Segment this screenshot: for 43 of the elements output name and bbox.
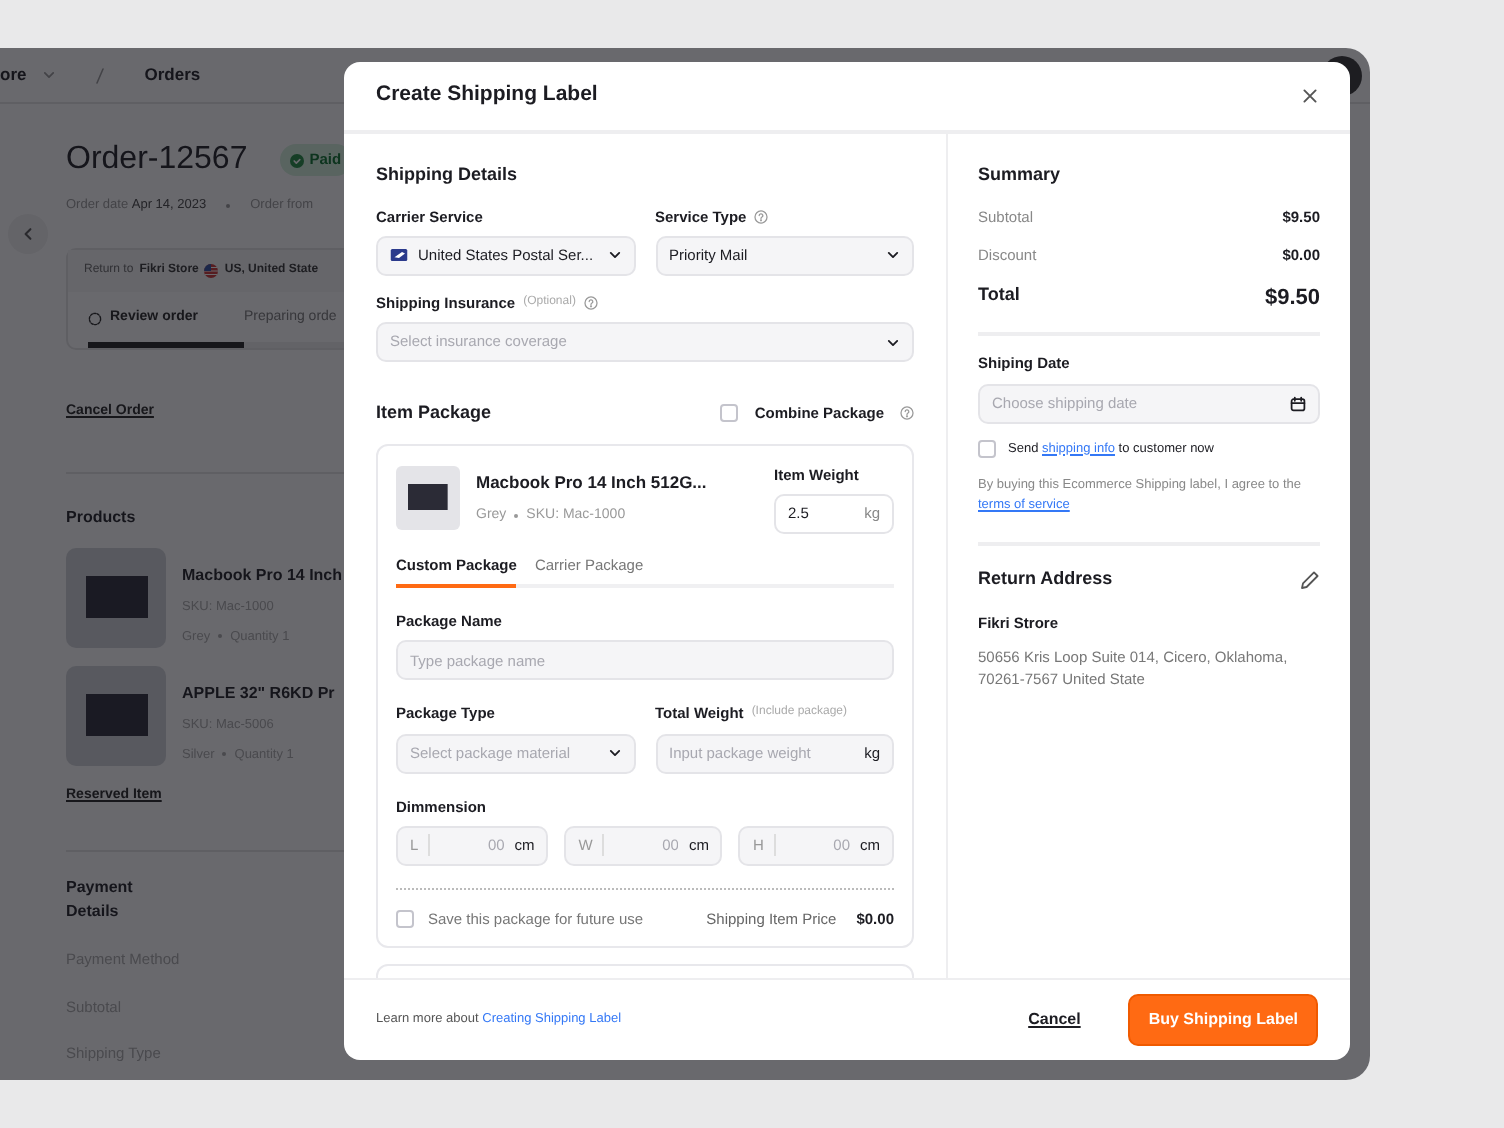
calendar-icon — [1290, 395, 1306, 412]
summary-heading: Summary — [978, 162, 1063, 188]
help-icon — [583, 295, 598, 310]
payment-heading: Payment Details — [66, 876, 135, 925]
buy-label-button[interactable]: Buy Shipping Label — [1128, 994, 1318, 1046]
breadcrumb-separator-icon — [96, 67, 105, 83]
chevron-down-icon — [42, 68, 57, 82]
product-photo — [66, 665, 166, 766]
product-name: Macbook Pro 14 Inch — [182, 563, 343, 588]
breadcrumb-link[interactable]: ore — [0, 62, 27, 88]
combine-checkbox[interactable] — [720, 404, 739, 423]
chevron-down-icon — [886, 248, 900, 263]
section-heading: Item Package — [376, 400, 492, 426]
product-photo — [66, 547, 166, 648]
dot-separator-icon — [514, 514, 519, 518]
modal-title: Create Shipping Label — [376, 80, 598, 111]
close-icon[interactable] — [1302, 88, 1318, 104]
spinner-icon — [88, 311, 102, 325]
dot-separator-icon — [226, 203, 231, 208]
mail-logo-icon — [390, 248, 408, 263]
help-icon — [900, 406, 914, 421]
save-checkbox[interactable] — [396, 909, 414, 928]
summary-label: Total — [978, 282, 1020, 308]
chevron-down-icon — [886, 335, 900, 349]
section-heading: Shipping Details — [376, 162, 520, 188]
help-icon — [754, 209, 769, 224]
check-circle-icon — [289, 153, 304, 167]
product-photo — [396, 466, 460, 531]
breadcrumb-link[interactable]: Orders — [144, 62, 201, 88]
pencil-icon[interactable] — [1300, 569, 1320, 590]
chevron-down-icon — [607, 248, 621, 263]
back-button[interactable] — [8, 214, 48, 254]
products-heading: Products — [66, 505, 136, 530]
flag-icon — [204, 263, 219, 278]
product-name: APPLE 32" R6KD Pr — [182, 681, 335, 706]
product-name: Macbook Pro 14 Inch 512G... — [476, 470, 709, 496]
summary-value: $9.50 — [1264, 284, 1320, 314]
chevron-left-icon — [20, 226, 36, 242]
order-title: Order-12567 — [66, 140, 248, 180]
return-address-heading: Return Address — [978, 565, 1113, 592]
chevron-down-icon — [607, 746, 621, 760]
cancel-button[interactable]: Cancel — [1028, 1008, 1081, 1032]
notify-checkbox[interactable] — [978, 440, 996, 459]
